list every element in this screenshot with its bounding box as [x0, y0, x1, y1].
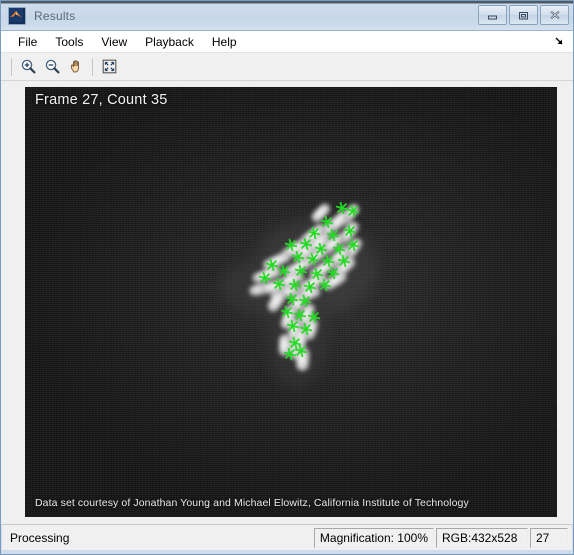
- close-icon[interactable]: [540, 5, 569, 25]
- zoom-out-icon[interactable]: [40, 56, 64, 78]
- menu-item-view[interactable]: View: [92, 32, 136, 52]
- menu-item-playback[interactable]: Playback: [136, 32, 203, 52]
- status-frame-number: 27: [530, 527, 568, 548]
- window-controls: [478, 5, 569, 25]
- results-window: Results File Tools View Playback Help Fr…: [0, 0, 574, 555]
- microscopy-cell-image: [220, 201, 377, 389]
- toolbar-separator-start: [11, 57, 12, 76]
- matlab-membrane-icon: [8, 7, 26, 25]
- menu-item-file[interactable]: File: [9, 32, 46, 52]
- overlay-credit-label: Data set courtesy of Jonathan Young and …: [35, 497, 469, 509]
- menu-item-help[interactable]: Help: [203, 32, 246, 52]
- status-rgb-dimensions: RGB:432x528: [436, 527, 528, 548]
- menu-bar: File Tools View Playback Help: [1, 31, 573, 53]
- toolbar-separator-mid: [92, 57, 93, 76]
- zoom-in-icon[interactable]: [16, 56, 40, 78]
- undock-arrow-icon[interactable]: [552, 34, 566, 48]
- pan-hand-icon[interactable]: [64, 56, 88, 78]
- status-bar: Processing Magnification: 100% RGB:432x5…: [2, 524, 572, 550]
- status-magnification: Magnification: 100%: [313, 527, 434, 548]
- viewer-client-area: Frame 27, Count 35 Data set courtesy of …: [1, 81, 573, 524]
- menu-item-tools[interactable]: Tools: [46, 32, 92, 52]
- minimize-icon[interactable]: [478, 5, 507, 25]
- fit-to-window-icon[interactable]: [97, 56, 121, 78]
- restore-icon[interactable]: [509, 5, 538, 25]
- title-bar: Results: [1, 1, 573, 31]
- status-message: Processing: [10, 530, 70, 545]
- overlay-frame-label: Frame 27, Count 35: [35, 92, 168, 108]
- window-title: Results: [34, 8, 76, 23]
- image-display-panel[interactable]: Frame 27, Count 35 Data set courtesy of …: [25, 87, 557, 517]
- toolbar: [1, 53, 573, 81]
